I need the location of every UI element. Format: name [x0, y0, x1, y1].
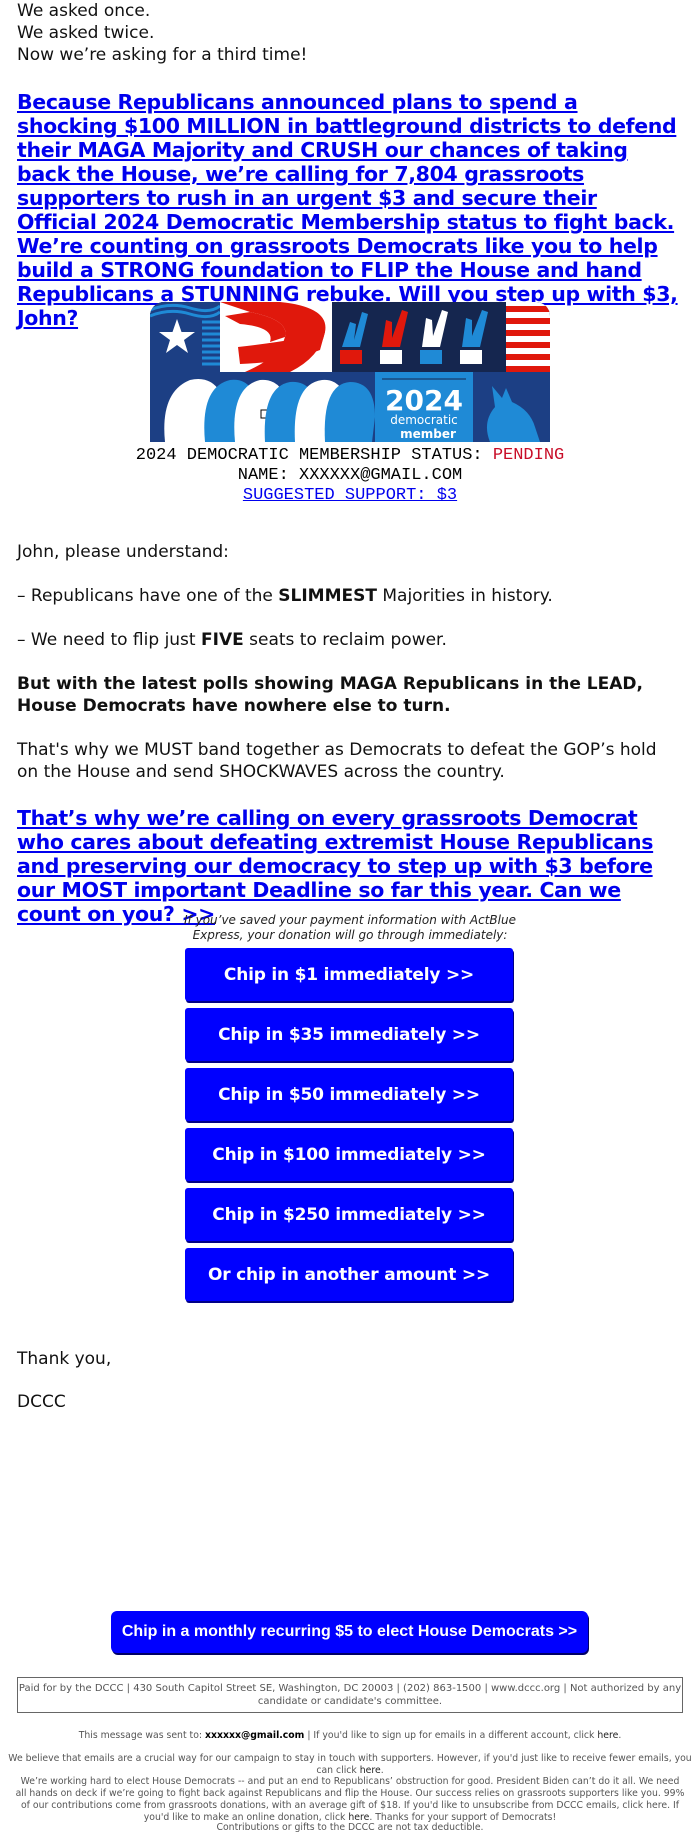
footer-text: This message was sent to:: [78, 1730, 205, 1741]
footer-tax-note: Contributions or gifts to the DCCC are n…: [216, 1822, 484, 1833]
footer-fewer-emails: We believe that emails are a crucial way…: [0, 1753, 700, 1777]
point-text: – Republicans have one of the: [17, 586, 279, 606]
suggested-support-link[interactable]: SUGGESTED SUPPORT: $3: [243, 486, 457, 505]
point-text: – We need to flip just: [17, 630, 201, 650]
headline-donate-link[interactable]: Because Republicans announced plans to s…: [17, 90, 683, 330]
point-five-seats: – We need to flip just FIVE seats to rec…: [17, 629, 683, 651]
point-text: Majorities in history.: [376, 586, 553, 606]
donate-250-button[interactable]: Chip in $250 immediately >>: [185, 1188, 513, 1241]
peace-hands-panel: [332, 302, 506, 372]
people-silhouettes: [150, 372, 375, 442]
footer-sent-to: This message was sent to: xxxxxx@gmail.c…: [0, 1730, 700, 1742]
email-body: We asked once. We asked twice. Now we’re…: [17, 0, 683, 330]
fewer-emails-link[interactable]: here: [360, 1765, 381, 1776]
membership-status-line: 2024 DEMOCRATIC MEMBERSHIP STATUS: PENDI…: [0, 446, 700, 466]
point-text: seats to reclaim power.: [243, 630, 447, 650]
point-emphasis: FIVE: [201, 630, 244, 650]
signoff-org: DCCC: [17, 1392, 66, 1412]
intro-line-1: We asked once.: [17, 1, 151, 21]
stripes-panel: [506, 302, 550, 372]
shockwaves-paragraph: That's why we MUST band together as Demo…: [17, 740, 657, 782]
cta-donate-link[interactable]: That’s why we’re calling on every grassr…: [17, 806, 683, 926]
express-note: If you’ve saved your payment information…: [0, 913, 700, 943]
donate-other-amount-button[interactable]: Or chip in another amount >>: [185, 1248, 513, 1301]
paid-for-disclaimer: Paid for by the DCCC | 430 South Capitol…: [17, 1677, 683, 1713]
badge-line1: democratic: [390, 413, 458, 427]
express-note-line2: Express, your donation will go through i…: [192, 928, 508, 942]
intro-line-2: We asked twice.: [17, 23, 155, 43]
footer-text: | If you'd like to sign up for emails in…: [304, 1730, 598, 1741]
footer-text: .: [618, 1730, 622, 1741]
footer-text: .: [380, 1765, 384, 1776]
status-badge: PENDING: [492, 446, 565, 465]
point-slimmest: – Republicans have one of the SLIMMEST M…: [17, 585, 683, 607]
banner-graphic: 2024 democratic member: [150, 302, 550, 442]
signoff-thanks: Thank you,: [17, 1349, 112, 1369]
suggested-support: SUGGESTED SUPPORT: $3: [0, 486, 700, 506]
footer-about: We’re working hard to elect House Democr…: [14, 1776, 686, 1824]
member-badge: 2024 democratic member: [375, 372, 473, 442]
donate-100-button[interactable]: Chip in $100 immediately >>: [185, 1128, 513, 1181]
badge-line2: member: [400, 427, 456, 441]
point-emphasis: SLIMMEST: [278, 586, 377, 606]
flag-stripes-swoosh: [220, 302, 332, 372]
donate-50-button[interactable]: Chip in $50 immediately >>: [185, 1068, 513, 1121]
membership-name: NAME: XXXXXX@GMAIL.COM: [237, 466, 463, 485]
greeting: John, please understand:: [17, 542, 229, 562]
footer-text: We believe that emails are a crucial way…: [8, 1753, 692, 1776]
express-note-line1: If you’ve saved your payment information…: [184, 913, 516, 927]
intro-line-3: Now we’re asking for a third time!: [17, 45, 308, 65]
donate-35-button[interactable]: Chip in $35 immediately >>: [185, 1008, 513, 1061]
polls-paragraph: But with the latest polls showing MAGA R…: [17, 674, 643, 716]
status-label: 2024 DEMOCRATIC MEMBERSHIP STATUS:: [135, 446, 483, 465]
donate-1-button[interactable]: Chip in $1 immediately >>: [185, 948, 513, 1001]
flag-star-panel: [150, 302, 221, 372]
membership-banner[interactable]: 2024 democratic member: [150, 302, 550, 442]
recipient-email: xxxxxx@gmail.com: [204, 1730, 305, 1741]
signup-different-account-link[interactable]: here: [597, 1730, 618, 1741]
monthly-recurring-button[interactable]: Chip in a monthly recurring $5 to elect …: [111, 1611, 588, 1653]
donkey-icon: [473, 372, 550, 442]
